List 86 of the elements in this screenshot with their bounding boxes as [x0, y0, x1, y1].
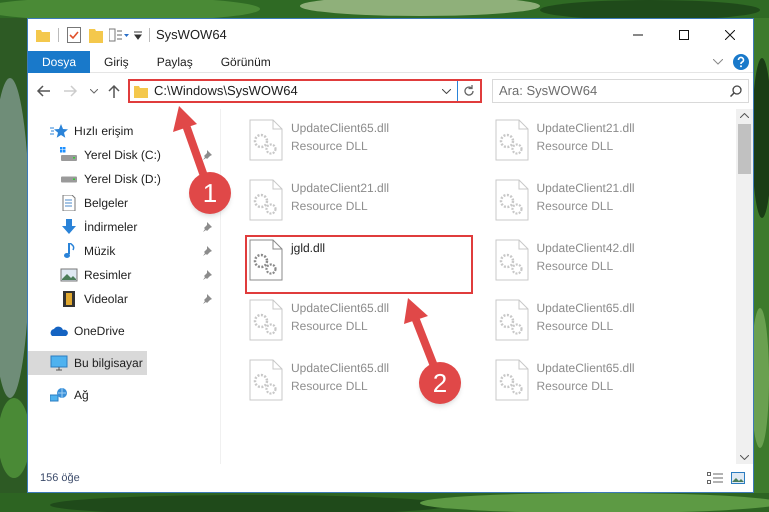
- help-icon[interactable]: [733, 54, 749, 70]
- nav-item[interactable]: Yerel Disk (C:): [60, 143, 165, 167]
- address-path: C:\Windows\SysWOW64: [154, 82, 298, 100]
- file-name: UpdateClient21.dll: [536, 180, 635, 197]
- pin-icon[interactable]: [202, 150, 212, 160]
- item-count: 156 öğe: [40, 470, 80, 486]
- ribbon-tab[interactable]: Paylaş: [142, 50, 207, 72]
- gear-file-icon: [249, 239, 283, 281]
- gear-file-icon: [494, 119, 528, 161]
- up-arrow-icon[interactable]: [108, 84, 120, 98]
- minimize-icon: [633, 34, 643, 36]
- nav-item[interactable]: OneDrive: [50, 319, 129, 343]
- download-arrow-icon: [60, 219, 78, 235]
- pin-icon[interactable]: [202, 222, 212, 232]
- file-name: UpdateClient65.dll: [291, 300, 390, 317]
- file-name: UpdateClient65.dll: [536, 360, 635, 377]
- file-type: Resource DLL: [536, 198, 614, 215]
- pin-icon[interactable]: [202, 246, 212, 256]
- dropdown-icon[interactable]: [133, 30, 143, 40]
- drive-icon: [60, 147, 78, 163]
- star-icon: [50, 123, 68, 139]
- network-icon: [50, 387, 68, 403]
- chevron-down-icon[interactable]: [740, 455, 749, 460]
- gear-file-icon: [249, 179, 283, 221]
- ribbon-tab[interactable]: Görünüm: [206, 50, 285, 72]
- nav-item[interactable]: Ağ: [50, 383, 93, 407]
- gear-file-icon: [249, 119, 283, 161]
- chevron-up-icon[interactable]: [740, 113, 749, 118]
- pin-icon[interactable]: [202, 294, 212, 304]
- properties-icon[interactable]: [109, 28, 129, 42]
- gear-file-icon: [249, 299, 283, 341]
- file-type: Resource DLL: [291, 138, 369, 155]
- file-name: UpdateClient42.dll: [536, 240, 635, 257]
- gear-file-icon: [494, 179, 528, 221]
- pin-icon[interactable]: [202, 270, 212, 280]
- drive-icon: [60, 176, 78, 182]
- file-type: Resource DLL: [536, 138, 614, 155]
- ribbon-tab[interactable]: Dosya: [28, 50, 90, 72]
- back-arrow-icon[interactable]: [36, 85, 50, 97]
- file-type: Resource DLL: [536, 318, 614, 335]
- file-type: Resource DLL: [536, 378, 614, 395]
- window-title: SysWOW64: [156, 26, 227, 44]
- checklist-icon[interactable]: [67, 27, 81, 43]
- gear-file-icon: [494, 299, 528, 341]
- nav-item[interactable]: Bu bilgisayar: [28, 351, 147, 375]
- folder-icon: [134, 84, 148, 98]
- gear-file-icon: [494, 239, 528, 281]
- chevron-down-icon[interactable]: [90, 88, 98, 94]
- file-tile[interactable]: jgld.dll: [245, 235, 473, 294]
- chevron-down-icon[interactable]: [442, 88, 451, 94]
- search-icon[interactable]: [730, 85, 742, 97]
- nav-item[interactable]: Yerel Disk (D:): [60, 167, 165, 191]
- thumbnail-view-icon[interactable]: [731, 472, 745, 484]
- file-name: UpdateClient21.dll: [291, 180, 390, 197]
- details-view-icon[interactable]: [707, 472, 723, 484]
- nav-item[interactable]: Resimler: [60, 263, 136, 287]
- close-icon: [725, 30, 735, 40]
- address-bar[interactable]: C:\Windows\SysWOW64: [128, 79, 482, 103]
- document-icon: [60, 195, 78, 211]
- scrollbar-thumb[interactable]: [738, 124, 751, 174]
- maximize-icon: [679, 30, 689, 40]
- nav-item[interactable]: Belgeler: [60, 191, 132, 215]
- file-type: Resource DLL: [536, 258, 614, 275]
- file-name: UpdateClient65.dll: [291, 120, 390, 137]
- gear-file-icon: [494, 359, 528, 401]
- file-name: UpdateClient65.dll: [536, 300, 635, 317]
- nav-item[interactable]: Hızlı erişim: [50, 119, 138, 143]
- file-name: UpdateClient21.dll: [536, 120, 635, 137]
- search-field[interactable]: Ara: SysWOW64: [492, 79, 749, 103]
- nav-item[interactable]: Videolar: [60, 287, 132, 311]
- gear-file-icon: [249, 359, 283, 401]
- file-type: Resource DLL: [291, 378, 369, 395]
- file-type: Resource DLL: [291, 198, 369, 215]
- film-icon: [60, 291, 78, 307]
- folder-icon: [36, 28, 50, 42]
- file-name: jgld.dll: [291, 240, 326, 257]
- file-type: Resource DLL: [291, 318, 369, 335]
- picture-icon: [60, 267, 78, 283]
- nav-item[interactable]: Müzik: [60, 239, 120, 263]
- file-name: UpdateClient65.dll: [291, 360, 390, 377]
- scrollbar[interactable]: [736, 109, 753, 464]
- ribbon-tab[interactable]: Giriş: [90, 50, 143, 72]
- nav-item[interactable]: İndirmeler: [60, 215, 142, 239]
- search-input[interactable]: Ara: SysWOW64: [499, 81, 730, 101]
- refresh-icon[interactable]: [463, 85, 475, 97]
- monitor-icon: [50, 355, 68, 371]
